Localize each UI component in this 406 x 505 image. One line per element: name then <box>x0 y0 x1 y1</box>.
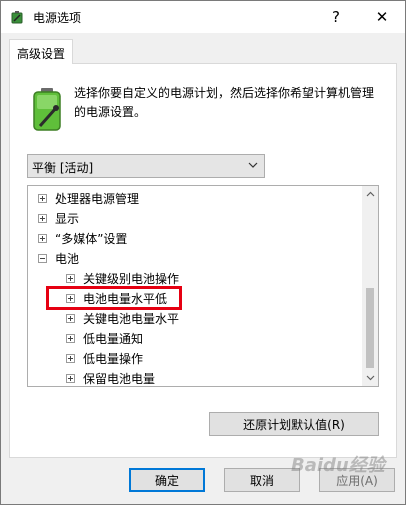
description-text: 选择你要自定义的电源计划，然后选择你希望计算机管理 的电源设置。 <box>74 86 375 119</box>
title-bar: 电源选项 ? ✕ <box>1 1 405 33</box>
ok-button[interactable]: 确定 <box>129 468 205 492</box>
tab-advanced-settings[interactable]: 高级设置 <box>9 39 73 64</box>
watermark: Baidu经验 <box>291 455 385 476</box>
expand-icon[interactable] <box>38 193 47 203</box>
power-plan-select[interactable]: 平衡 [活动] <box>27 154 265 178</box>
tree-item-display[interactable]: 显示 <box>38 209 79 227</box>
collapse-icon[interactable] <box>38 253 47 263</box>
tree-item-critical-battery-level[interactable]: 关键电池电量水平 <box>66 309 179 327</box>
battery-settings-icon <box>33 88 61 131</box>
chevron-up-icon <box>366 191 374 197</box>
power-options-dialog: 电源选项 ? ✕ 高级设置 选择你要自定义的电源计划，然后选择你希望计算机管理 … <box>0 0 406 505</box>
chevron-down-icon <box>248 162 258 168</box>
help-button[interactable]: ? <box>313 1 359 33</box>
close-button[interactable]: ✕ <box>359 1 405 33</box>
window-title: 电源选项 <box>33 11 82 25</box>
expand-icon[interactable] <box>66 333 75 343</box>
tree-item-multimedia[interactable]: “多媒体”设置 <box>38 229 127 247</box>
tree-item-low-battery-notification[interactable]: 低电量通知 <box>66 329 143 347</box>
expand-icon[interactable] <box>66 373 75 383</box>
restore-defaults-button[interactable]: 还原计划默认值(R) <box>209 412 379 436</box>
chevron-down-icon <box>366 375 374 381</box>
tree-item-low-battery-action[interactable]: 低电量操作 <box>66 349 143 367</box>
annotation-highlight-box <box>46 286 182 310</box>
scrollbar-thumb[interactable] <box>366 288 374 368</box>
expand-icon[interactable] <box>66 353 75 363</box>
tree-item-battery[interactable]: 电池 <box>38 249 79 267</box>
expand-icon[interactable] <box>66 273 75 283</box>
expand-icon[interactable] <box>38 213 47 223</box>
scroll-up-button[interactable] <box>362 186 378 202</box>
cancel-button[interactable]: 取消 <box>224 468 300 492</box>
settings-panel: 选择你要自定义的电源计划，然后选择你希望计算机管理 的电源设置。 平衡 [活动]… <box>9 63 397 458</box>
close-icon: ✕ <box>375 8 389 26</box>
tree-item-critical-battery-action[interactable]: 关键级别电池操作 <box>66 269 179 287</box>
power-plan-value: 平衡 [活动] <box>32 161 94 175</box>
tab-label: 高级设置 <box>17 47 66 61</box>
tree-item-processor[interactable]: 处理器电源管理 <box>38 189 139 207</box>
tree-scrollbar[interactable] <box>362 186 378 386</box>
expand-icon[interactable] <box>38 233 47 243</box>
power-options-app-icon <box>11 11 23 24</box>
expand-icon[interactable] <box>66 313 75 323</box>
scroll-down-button[interactable] <box>362 370 378 386</box>
tree-item-reserve-battery-level[interactable]: 保留电池电量 <box>66 369 155 386</box>
